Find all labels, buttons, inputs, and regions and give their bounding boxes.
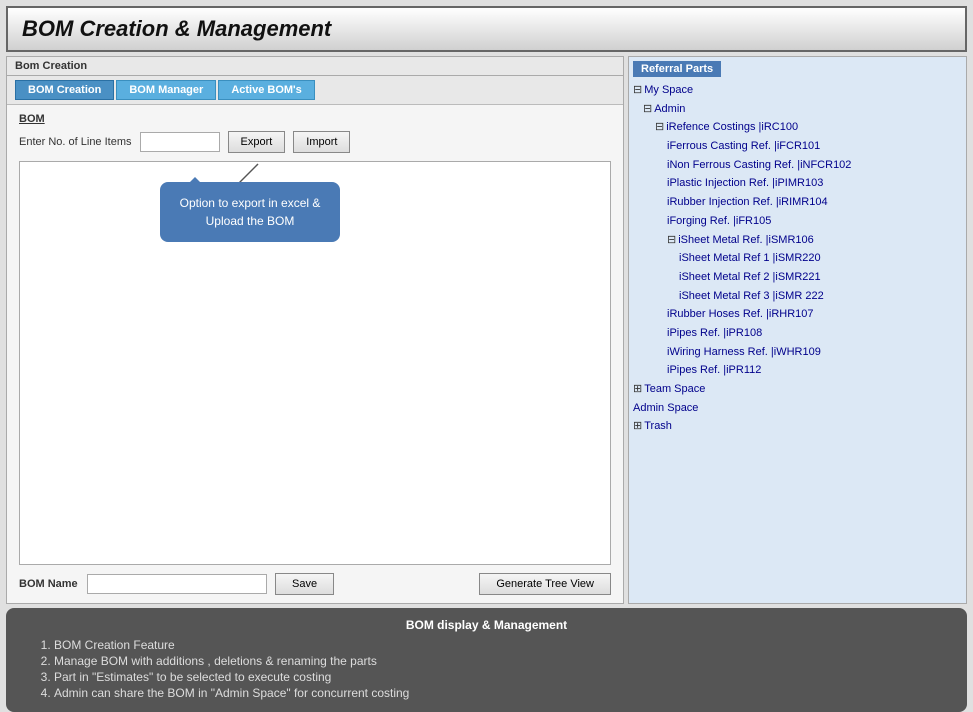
tree-label[interactable]: iSheet Metal Ref 2 |iSMR221: [679, 268, 821, 287]
bottom-panel: BOM display & Management BOM Creation Fe…: [6, 608, 967, 712]
tree-label[interactable]: iForging Ref. |iFR105: [667, 212, 771, 231]
bottom-list-item: BOM Creation Feature: [54, 638, 943, 652]
tree-label[interactable]: iPlastic Injection Ref. |iPIMR103: [667, 174, 823, 193]
tree-toggle[interactable]: ⊟: [633, 81, 642, 100]
tab-active-boms[interactable]: Active BOM's: [218, 80, 314, 100]
right-panel: Referral Parts ⊟ My Space⊟ Admin⊟ iRefen…: [628, 56, 967, 604]
tree-label[interactable]: iNon Ferrous Casting Ref. |iNFCR102: [667, 156, 851, 175]
tab-bom-manager[interactable]: BOM Manager: [116, 80, 216, 100]
tree-node[interactable]: Admin Space: [633, 399, 962, 418]
tree-label[interactable]: iFerrous Casting Ref. |iFCR101: [667, 137, 820, 156]
bottom-list-item: Admin can share the BOM in "Admin Space"…: [54, 686, 943, 700]
bom-canvas: Option to export in excel & Upload the B…: [19, 161, 611, 565]
tree-label[interactable]: iPipes Ref. |iPR108: [667, 324, 762, 343]
bom-name-label: BOM Name: [19, 578, 79, 590]
tree-node[interactable]: ⊟ iSheet Metal Ref. |iSMR106: [633, 231, 962, 250]
tree-node[interactable]: ⊞ Team Space: [633, 380, 962, 399]
tree-label[interactable]: iSheet Metal Ref 3 |iSMR 222: [679, 287, 824, 306]
save-button[interactable]: Save: [275, 573, 334, 595]
tree-label[interactable]: iRubber Hoses Ref. |iRHR107: [667, 305, 814, 324]
tree-label[interactable]: Trash: [644, 417, 672, 436]
tree-node[interactable]: ⊞ Trash: [633, 417, 962, 436]
bottom-list-item: Manage BOM with additions , deletions & …: [54, 654, 943, 668]
tree-node[interactable]: ⊟ Admin: [633, 100, 962, 119]
tree-label[interactable]: iRubber Injection Ref. |iRIMR104: [667, 193, 828, 212]
tree-node[interactable]: iNon Ferrous Casting Ref. |iNFCR102: [633, 156, 962, 175]
tree-label[interactable]: iRefence Costings |iRC100: [666, 118, 798, 137]
bottom-list: BOM Creation Feature Manage BOM with addi…: [30, 638, 943, 700]
tree-label[interactable]: iSheet Metal Ref 1 |iSMR220: [679, 249, 821, 268]
line-items-row: Enter No. of Line Items Export Import: [19, 131, 611, 153]
generate-tree-button[interactable]: Generate Tree View: [479, 573, 611, 595]
tree-toggle[interactable]: ⊞: [633, 380, 642, 399]
tree-label[interactable]: Team Space: [644, 380, 705, 399]
export-button[interactable]: Export: [228, 131, 286, 153]
bom-section-label: BOM: [19, 113, 611, 125]
tree-node[interactable]: iForging Ref. |iFR105: [633, 212, 962, 231]
line-items-input[interactable]: [140, 132, 220, 152]
tree-node[interactable]: ⊟ My Space: [633, 81, 962, 100]
tree-node[interactable]: iPlastic Injection Ref. |iPIMR103: [633, 174, 962, 193]
tree-label[interactable]: iWiring Harness Ref. |iWHR109: [667, 343, 821, 362]
tree-label[interactable]: iSheet Metal Ref. |iSMR106: [678, 231, 814, 250]
tree-toggle[interactable]: ⊟: [643, 100, 652, 119]
main-layout: Bom Creation BOM Creation BOM Manager Ac…: [6, 56, 967, 604]
bottom-heading: BOM display & Management: [30, 618, 943, 632]
page-title: BOM Creation & Management: [6, 6, 967, 52]
line-items-label: Enter No. of Line Items: [19, 136, 132, 148]
tree-toggle[interactable]: ⊟: [667, 231, 676, 250]
tree-node[interactable]: iRubber Injection Ref. |iRIMR104: [633, 193, 962, 212]
tree-node[interactable]: iSheet Metal Ref 1 |iSMR220: [633, 249, 962, 268]
tree-node[interactable]: iSheet Metal Ref 3 |iSMR 222: [633, 287, 962, 306]
panel-title: Bom Creation: [7, 57, 623, 76]
tree-node[interactable]: iRubber Hoses Ref. |iRHR107: [633, 305, 962, 324]
bottom-list-item: Part in "Estimates" to be selected to ex…: [54, 670, 943, 684]
tree-node[interactable]: iSheet Metal Ref 2 |iSMR221: [633, 268, 962, 287]
tab-bom-creation[interactable]: BOM Creation: [15, 80, 114, 100]
left-panel: Bom Creation BOM Creation BOM Manager Ac…: [6, 56, 624, 604]
tree-toggle[interactable]: ⊟: [655, 118, 664, 137]
import-button[interactable]: Import: [293, 131, 350, 153]
referral-parts-header: Referral Parts: [633, 61, 721, 77]
tree-label[interactable]: Admin: [654, 100, 685, 119]
tree-node[interactable]: iPipes Ref. |iPR112: [633, 361, 962, 380]
tree-node[interactable]: ⊟ iRefence Costings |iRC100: [633, 118, 962, 137]
export-tooltip: Option to export in excel & Upload the B…: [160, 182, 340, 242]
tree-label[interactable]: iPipes Ref. |iPR112: [667, 361, 761, 380]
bom-section: BOM Enter No. of Line Items Export Impor…: [7, 105, 623, 603]
tree-label[interactable]: Admin Space: [633, 399, 698, 418]
tree-node[interactable]: iPipes Ref. |iPR108: [633, 324, 962, 343]
tree-toggle[interactable]: ⊞: [633, 417, 642, 436]
tab-bar: BOM Creation BOM Manager Active BOM's: [7, 76, 623, 105]
tree-label[interactable]: My Space: [644, 81, 693, 100]
tree-node[interactable]: iFerrous Casting Ref. |iFCR101: [633, 137, 962, 156]
tree-node[interactable]: iWiring Harness Ref. |iWHR109: [633, 343, 962, 362]
bom-name-input[interactable]: [87, 574, 267, 594]
bom-name-row: BOM Name Save Generate Tree View: [19, 573, 611, 595]
tree-view: ⊟ My Space⊟ Admin⊟ iRefence Costings |iR…: [633, 81, 962, 436]
